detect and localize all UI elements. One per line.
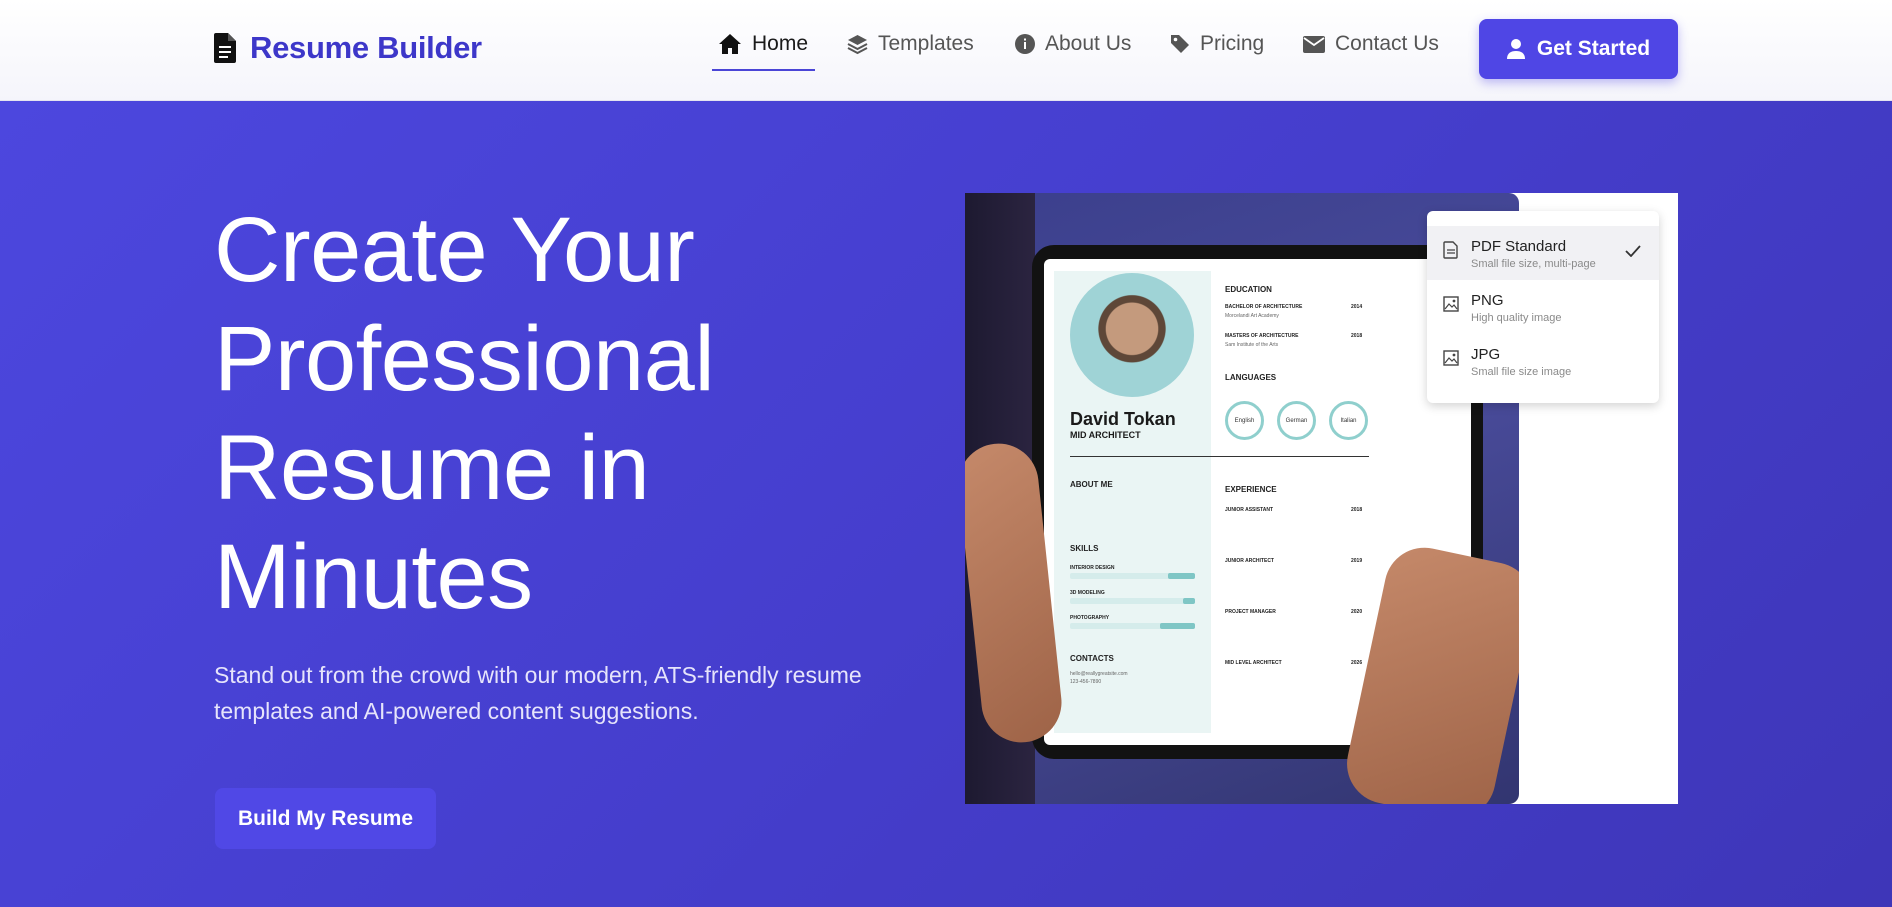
- export-format-menu: PDF Standard Small file size, multi-page…: [1427, 211, 1659, 403]
- resume-education-heading: EDUCATION: [1225, 285, 1272, 294]
- export-option-title: PNG: [1471, 292, 1504, 309]
- resume-role: MID ARCHITECT: [1070, 430, 1141, 440]
- hero-section: Create Your Professional Resume in Minut…: [0, 101, 1892, 907]
- hero-subtitle: Stand out from the crowd with our modern…: [214, 662, 862, 724]
- active-nav-indicator: [712, 69, 815, 71]
- resume-contact: hello@reallygreatsite.com: [1070, 671, 1128, 677]
- resume-languages-heading: LANGUAGES: [1225, 373, 1277, 382]
- export-option-jpg[interactable]: JPG Small file size image: [1427, 334, 1659, 388]
- nav-home-label: Home: [752, 32, 809, 55]
- brand-name: Resume Builder: [250, 30, 482, 65]
- resume-language: German: [1277, 401, 1316, 440]
- nav-templates[interactable]: Templates: [847, 32, 974, 56]
- resume-experience-heading: EXPERIENCE: [1225, 485, 1277, 494]
- resume-contact: 123-456-7890: [1070, 679, 1102, 685]
- resume-skill-name: PHOTOGRAPHY: [1070, 615, 1110, 621]
- get-started-button[interactable]: Get Started: [1479, 19, 1678, 79]
- file-icon: [1443, 241, 1458, 259]
- nav-about-label: About Us: [1045, 32, 1132, 55]
- nav-home[interactable]: Home: [718, 32, 808, 56]
- brand[interactable]: Resume Builder: [214, 30, 482, 66]
- export-option-title: JPG: [1471, 346, 1501, 363]
- resume-degree-year: 2014: [1351, 304, 1363, 310]
- resume-job-title: MID LEVEL ARCHITECT: [1225, 660, 1282, 666]
- resume-skill-bar: [1070, 573, 1195, 579]
- image-icon: [1443, 350, 1459, 366]
- resume-school: Morcelandi Art Academy: [1225, 313, 1279, 319]
- file-icon: [214, 33, 236, 63]
- resume-degree-year: 2018: [1351, 333, 1363, 339]
- tag-icon: [1171, 35, 1189, 53]
- navbar: Resume Builder Home Templates About Us P…: [0, 0, 1892, 101]
- export-option-pdf[interactable]: PDF Standard Small file size, multi-page: [1427, 226, 1659, 280]
- resume-job-year: 2020: [1351, 609, 1363, 615]
- resume-job-year: 2018: [1351, 507, 1363, 513]
- resume-about-heading: ABOUT ME: [1070, 480, 1113, 489]
- hero-illustration: David Tokan MID ARCHITECT ABOUT ME SKILL…: [965, 193, 1678, 804]
- resume-degree: MASTERS OF ARCHITECTURE: [1225, 333, 1299, 339]
- resume-job-title: JUNIOR ARCHITECT: [1225, 558, 1274, 564]
- resume-job-year: 2019: [1351, 558, 1363, 564]
- export-option-title: PDF Standard: [1471, 238, 1567, 255]
- resume-language: English: [1225, 401, 1264, 440]
- info-icon: [1015, 34, 1035, 54]
- resume-contacts-heading: CONTACTS: [1070, 654, 1114, 663]
- resume-skill-bar: [1070, 623, 1195, 629]
- resume-skill-name: INTERIOR DESIGN: [1070, 565, 1115, 571]
- nav-templates-label: Templates: [878, 32, 974, 55]
- envelope-icon: [1303, 35, 1325, 53]
- nav-contact-label: Contact Us: [1335, 32, 1439, 55]
- resume-language: Italian: [1329, 401, 1368, 440]
- resume-name: David Tokan: [1070, 409, 1176, 429]
- nav-about[interactable]: About Us: [1015, 32, 1131, 56]
- build-resume-button[interactable]: Build My Resume: [215, 788, 436, 849]
- check-icon: [1625, 245, 1641, 257]
- hero-title: Create Your Professional Resume in Minut…: [214, 199, 715, 628]
- resume-about-text: [1070, 495, 1195, 503]
- user-icon: [1506, 39, 1525, 59]
- image-icon: [1443, 296, 1459, 312]
- resume-school: Sam Institute of the Arts: [1225, 342, 1279, 348]
- resume-skill-bar: [1070, 598, 1195, 604]
- export-option-png[interactable]: PNG High quality image: [1427, 280, 1659, 334]
- resume-job-title: JUNIOR ASSISTANT: [1225, 507, 1274, 513]
- get-started-label: Get Started: [1536, 37, 1651, 60]
- resume-job-title: PROJECT MANAGER: [1225, 609, 1276, 615]
- resume-skills-heading: SKILLS: [1070, 544, 1099, 553]
- resume-divider: [1070, 456, 1369, 457]
- nav-pricing-label: Pricing: [1200, 32, 1265, 55]
- resume-degree: BACHELOR OF ARCHITECTURE: [1225, 304, 1303, 310]
- export-option-sub: Small file size image: [1471, 366, 1572, 378]
- resume-avatar: [1070, 273, 1194, 397]
- layers-icon: [847, 34, 868, 54]
- resume-job-year: 2026: [1351, 660, 1363, 666]
- export-option-sub: High quality image: [1471, 312, 1562, 324]
- export-option-sub: Small file size, multi-page: [1471, 258, 1596, 270]
- nav-pricing[interactable]: Pricing: [1170, 32, 1264, 56]
- nav-contact[interactable]: Contact Us: [1303, 32, 1439, 56]
- home-icon: [719, 34, 741, 54]
- resume-skill-name: 3D MODELING: [1070, 590, 1105, 596]
